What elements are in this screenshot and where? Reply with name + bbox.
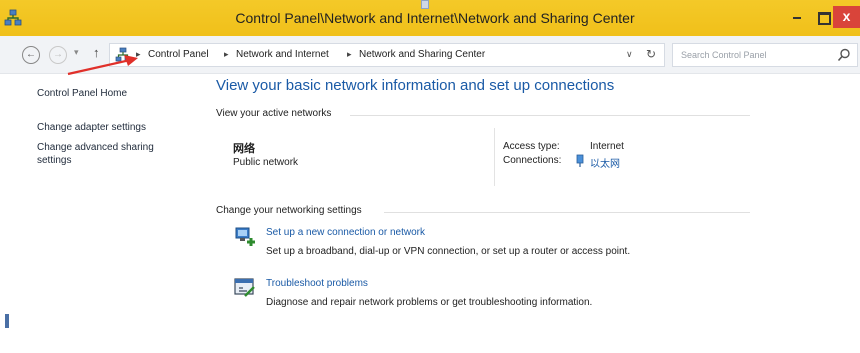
change-advanced-sharing-link-line2[interactable]: settings	[37, 154, 71, 167]
change-settings-heading: Change your networking settings	[216, 205, 362, 216]
page-title: View your basic network information and …	[216, 77, 615, 94]
setup-new-connection-link[interactable]: Set up a new connection or network	[266, 227, 425, 238]
troubleshoot-problems-link[interactable]: Troubleshoot problems	[266, 278, 368, 289]
network-name: 网络	[233, 143, 255, 155]
breadcrumb-control-panel[interactable]: Control Panel	[148, 49, 209, 60]
ethernet-icon	[576, 154, 584, 167]
access-type-value: Internet	[590, 141, 624, 152]
back-button[interactable]: ←	[22, 46, 40, 64]
title-bar: Control Panel\Network and Internet\Netwo…	[0, 0, 860, 36]
window-edge-marker	[5, 314, 9, 328]
close-button[interactable]: x	[833, 6, 860, 28]
breadcrumb-separator[interactable]: ▸	[224, 49, 229, 60]
address-bar[interactable]: ▸ Control Panel ▸ Network and Internet ▸…	[109, 43, 665, 67]
control-panel-home-link[interactable]: Control Panel Home	[37, 87, 127, 100]
section-divider	[384, 212, 750, 213]
window-title: Control Panel\Network and Internet\Netwo…	[235, 10, 635, 26]
minimize-button[interactable]	[784, 8, 810, 26]
left-task-pane: Control Panel Home Change adapter settin…	[0, 75, 205, 353]
troubleshoot-icon	[234, 278, 255, 297]
setup-new-connection-description: Set up a broadband, dial-up or VPN conne…	[266, 246, 631, 257]
ethernet-connection-link[interactable]: 以太网	[590, 155, 620, 170]
breadcrumb-network-and-internet[interactable]: Network and Internet	[236, 49, 329, 60]
address-history-dropdown[interactable]: ∨	[626, 49, 633, 60]
breadcrumb-network-and-sharing-center[interactable]: Network and Sharing Center	[359, 49, 485, 60]
troubleshoot-problems-description: Diagnose and repair network problems or …	[266, 297, 593, 308]
title-notch	[421, 0, 429, 9]
active-networks-heading: View your active networks	[216, 108, 332, 119]
network-info-divider	[494, 128, 495, 186]
network-category[interactable]: Public network	[233, 157, 298, 168]
access-type-label: Access type:	[503, 141, 560, 152]
new-connection-icon	[235, 227, 255, 246]
search-icon[interactable]	[837, 48, 851, 62]
search-placeholder: Search Control Panel	[681, 50, 767, 60]
change-advanced-sharing-link[interactable]: Change advanced sharing	[37, 141, 154, 154]
change-adapter-settings-link[interactable]: Change adapter settings	[37, 121, 146, 134]
refresh-icon[interactable]: ↻	[646, 47, 656, 61]
maximize-button[interactable]	[812, 8, 834, 26]
search-input[interactable]: Search Control Panel	[672, 43, 858, 67]
section-divider	[350, 115, 750, 116]
connections-label: Connections:	[503, 155, 562, 166]
breadcrumb-separator[interactable]: ▸	[347, 49, 352, 60]
